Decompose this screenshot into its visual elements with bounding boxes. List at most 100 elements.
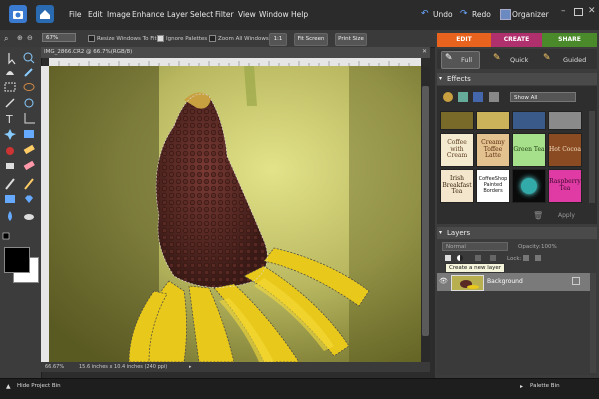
document-close-icon[interactable]: ✕ bbox=[422, 48, 427, 55]
lock-transparent-icon[interactable] bbox=[523, 255, 529, 261]
artwork-icon[interactable] bbox=[443, 92, 453, 102]
fit-screen-button[interactable]: Fit Screen bbox=[294, 33, 328, 46]
visibility-eye-icon[interactable]: 👁 bbox=[439, 277, 448, 285]
trash-icon[interactable]: 🗑 bbox=[533, 211, 543, 220]
effect-thumb-6[interactable]: Creamy Toffee Latte bbox=[476, 133, 510, 167]
resize-windows-option[interactable]: Resize Windows To Fit bbox=[88, 35, 157, 42]
zoom-out-icon[interactable]: ⊖ bbox=[27, 34, 33, 42]
layer-styles-icon[interactable] bbox=[458, 92, 468, 102]
hide-project-bin-button[interactable]: Hide Project Bin bbox=[17, 383, 61, 389]
opacity-value[interactable]: 100% bbox=[541, 244, 557, 250]
lock-all-icon[interactable] bbox=[535, 255, 541, 261]
home-icon[interactable] bbox=[36, 5, 54, 23]
foreground-color-swatch[interactable] bbox=[4, 247, 30, 273]
apply-button[interactable]: Apply bbox=[558, 212, 575, 219]
effect-thumb-2[interactable] bbox=[476, 111, 510, 130]
actual-pixels-button[interactable]: 1:1 bbox=[269, 33, 287, 46]
menu-enhance[interactable]: Enhance bbox=[132, 10, 164, 19]
red-eye-icon bbox=[6, 147, 14, 155]
effects-scrollbar[interactable] bbox=[589, 111, 595, 203]
toolbox-icons[interactable]: T bbox=[0, 47, 41, 277]
palette-bin-button[interactable]: Palette Bin bbox=[530, 383, 560, 389]
triangle-icon[interactable]: ▲ bbox=[6, 383, 11, 390]
menu-edit[interactable]: Edit bbox=[88, 10, 103, 19]
undo-button[interactable]: Undo bbox=[433, 10, 453, 19]
zoom-tool-icon[interactable]: ⌕ bbox=[4, 34, 8, 44]
minimize-icon[interactable]: – bbox=[561, 6, 566, 16]
effects-panel-header[interactable]: ▾ Effects bbox=[437, 73, 597, 85]
tab-share[interactable]: SHARE bbox=[542, 33, 597, 47]
type-tool-icon: T bbox=[5, 113, 13, 126]
vertical-ruler[interactable] bbox=[41, 66, 49, 362]
quick-edit-icon[interactable]: ✎ bbox=[493, 53, 501, 63]
zoom-field[interactable]: 67% bbox=[42, 33, 76, 42]
triangle-icon[interactable]: ▸ bbox=[520, 383, 523, 390]
delete-layer-icon[interactable] bbox=[490, 255, 496, 261]
adjustment-layer-icon[interactable] bbox=[457, 255, 463, 261]
collapse-triangle-icon[interactable]: ▾ bbox=[439, 227, 442, 239]
effect-thumb-12[interactable]: Raspberry Tea bbox=[548, 169, 582, 203]
quick-mode-button[interactable]: Quick bbox=[510, 56, 528, 64]
blend-mode-select[interactable]: Normal bbox=[442, 242, 508, 251]
menu-select[interactable]: Select bbox=[190, 10, 213, 19]
app-logo-icon[interactable] bbox=[9, 5, 27, 23]
menu-help[interactable]: Help bbox=[291, 10, 308, 19]
tab-create[interactable]: CREATE bbox=[491, 33, 542, 47]
undo-icon[interactable]: ↶ bbox=[421, 9, 429, 19]
print-size-button[interactable]: Print Size bbox=[335, 33, 367, 46]
zoom-in-icon[interactable]: ⊕ bbox=[17, 34, 23, 42]
effect-thumb-8[interactable]: Hot Cocoa bbox=[548, 133, 582, 167]
layer-link-icon[interactable] bbox=[475, 255, 481, 261]
close-icon[interactable]: ✕ bbox=[588, 6, 596, 16]
menu-window[interactable]: Window bbox=[259, 10, 289, 19]
layers-title: Layers bbox=[447, 229, 471, 237]
ignore-palettes-checkbox[interactable] bbox=[157, 35, 164, 42]
filters-icon[interactable] bbox=[489, 92, 499, 102]
resize-windows-checkbox[interactable] bbox=[88, 35, 95, 42]
effect-thumb-4[interactable] bbox=[548, 111, 582, 130]
menu-layer[interactable]: Layer bbox=[167, 10, 188, 19]
effects-category-select[interactable]: Show All bbox=[510, 92, 576, 102]
effect-thumb-5[interactable]: Coffee with Cream bbox=[440, 133, 474, 167]
horizontal-ruler[interactable] bbox=[49, 58, 421, 66]
effect-thumb-9[interactable]: Irish Breakfast Tea bbox=[440, 169, 474, 203]
layer-name[interactable]: Background bbox=[487, 278, 523, 285]
scroll-thumb[interactable] bbox=[422, 86, 429, 336]
straighten-icon bbox=[24, 130, 34, 138]
effects-thumbnail-grid: Coffee with Cream Creamy Toffee Latte Gr… bbox=[440, 111, 585, 203]
sponge-icon bbox=[24, 214, 34, 220]
menu-view[interactable]: View bbox=[238, 10, 256, 19]
redo-button[interactable]: Redo bbox=[472, 10, 491, 19]
status-arrow-icon[interactable]: ▸ bbox=[189, 362, 192, 372]
menu-filter[interactable]: Filter bbox=[215, 10, 234, 19]
menu-file[interactable]: File bbox=[69, 10, 82, 19]
effect-thumb-3[interactable] bbox=[512, 111, 546, 130]
zoom-all-checkbox[interactable] bbox=[209, 35, 216, 42]
photo-effects-icon[interactable] bbox=[473, 92, 483, 102]
ignore-palettes-option[interactable]: Ignore Palettes bbox=[157, 35, 207, 42]
layers-scrollbar[interactable] bbox=[590, 273, 596, 373]
new-layer-icon[interactable] bbox=[445, 255, 451, 261]
collapse-triangle-icon[interactable]: ▾ bbox=[439, 73, 442, 85]
effect-thumb-11[interactable] bbox=[512, 169, 546, 203]
image-canvas[interactable] bbox=[49, 66, 421, 362]
document-title[interactable]: IMG_2866.CR2 @ 66.7%(RGB/8) bbox=[41, 47, 430, 58]
vertical-scrollbar[interactable] bbox=[421, 66, 430, 362]
effect-thumb-10[interactable]: CoffeeShop Painted Borders bbox=[476, 169, 510, 203]
guided-edit-icon[interactable]: ✎ bbox=[543, 53, 551, 63]
zoom-all-label: Zoom All Windows bbox=[218, 36, 269, 42]
menu-image[interactable]: Image bbox=[107, 10, 131, 19]
zoom-all-option[interactable]: Zoom All Windows bbox=[209, 35, 269, 42]
organizer-icon[interactable] bbox=[500, 9, 511, 20]
layer-row-background[interactable]: 👁 Background bbox=[437, 273, 590, 291]
redo-icon[interactable]: ↷ bbox=[460, 9, 468, 19]
guided-mode-button[interactable]: Guided bbox=[563, 56, 586, 64]
organizer-button[interactable]: Organizer bbox=[512, 10, 549, 19]
resize-windows-label: Resize Windows To Fit bbox=[97, 36, 157, 42]
maximize-icon[interactable] bbox=[574, 8, 583, 16]
effect-thumb-1[interactable] bbox=[440, 111, 474, 130]
layers-panel-header[interactable]: ▾ Layers bbox=[437, 227, 597, 239]
crop-tool-icon bbox=[24, 113, 35, 124]
effect-thumb-7[interactable]: Green Tea bbox=[512, 133, 546, 167]
tab-edit[interactable]: EDIT bbox=[437, 33, 491, 47]
